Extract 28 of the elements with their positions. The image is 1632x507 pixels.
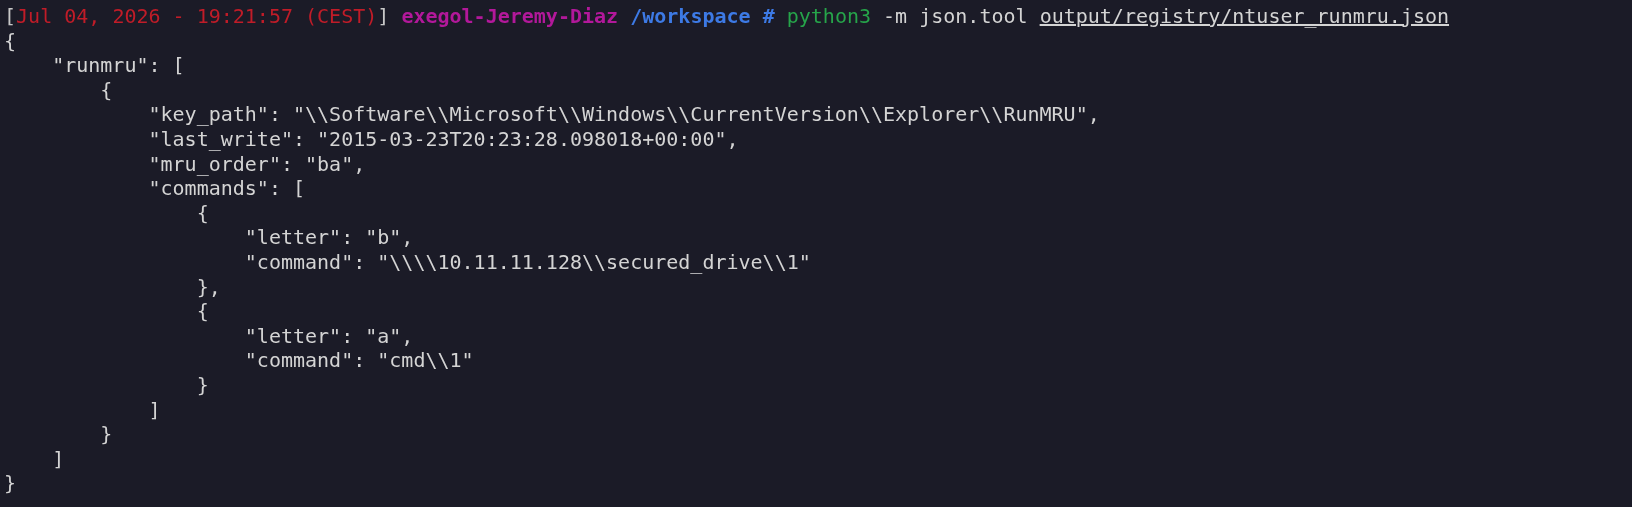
output-line: "mru_order": "ba",: [147, 151, 366, 176]
prompt-user-host: exegol-Jeremy-Diaz: [401, 4, 619, 29]
output-line: {: [99, 77, 113, 102]
output-line: {: [4, 28, 17, 53]
output-line: {: [195, 299, 209, 324]
prompt-directory: /workspace: [630, 4, 751, 29]
output-line: "command": "cmd\\1": [243, 348, 474, 373]
bracket: ]: [377, 4, 390, 29]
output-line: "runmru": [: [51, 53, 185, 78]
output-line: "key_path": "\\Software\\Microsoft\\Windows\\CurrentVersion\\Explorer\\RunMRU",: [147, 102, 1100, 127]
output-line: },: [195, 274, 221, 299]
output-line: "last_write": "2015-03-23T20:23:28.098018+00:00",: [147, 126, 739, 151]
bracket: [: [4, 4, 17, 29]
output-line: ]: [51, 446, 65, 471]
output-line: "commands": [: [147, 176, 306, 201]
output-line: "letter": "a",: [243, 323, 414, 348]
output-line: {: [195, 200, 209, 225]
command-program: python3: [786, 4, 872, 29]
output-line: }: [195, 372, 209, 397]
output-line: "letter": "b",: [243, 225, 414, 250]
prompt-timestamp: Jul 04, 2026 - 19:21:57 (CEST): [16, 4, 378, 29]
output-line: }: [4, 471, 17, 496]
output-line: }: [99, 422, 113, 447]
output-line: "command": "\\\\10.11.11.128\\secured_drive\\1": [243, 249, 811, 274]
command-arguments: -m json.tool: [883, 4, 1028, 29]
prompt-symbol: #: [762, 4, 775, 29]
command-file-path: output/registry/ntuser_runmru.json: [1039, 4, 1450, 29]
output-line: ]: [147, 397, 161, 422]
